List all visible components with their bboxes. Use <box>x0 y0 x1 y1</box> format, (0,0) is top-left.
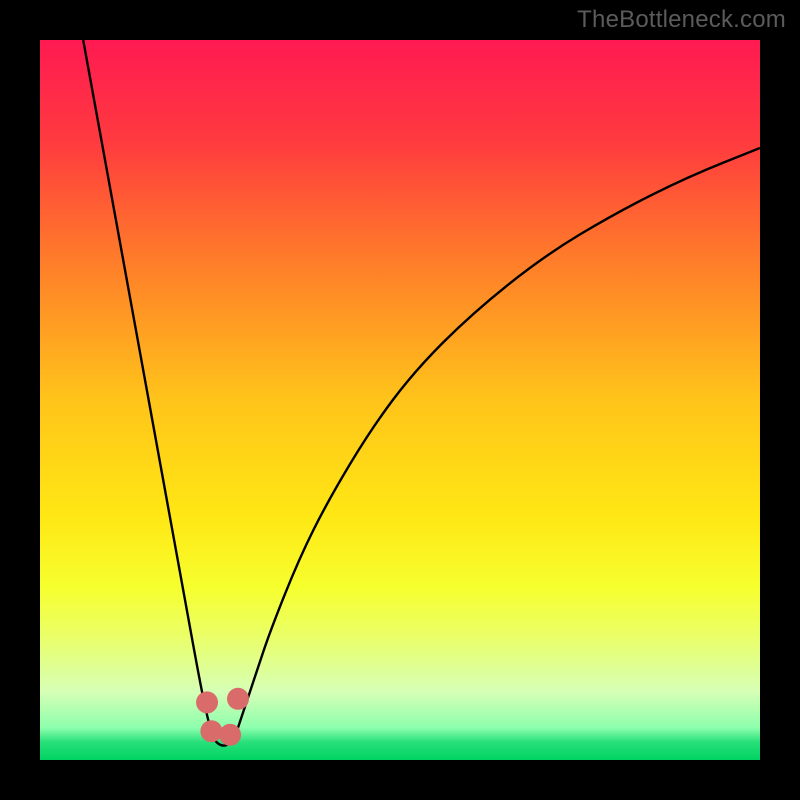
chart-svg <box>40 40 760 760</box>
watermark-text: TheBottleneck.com <box>577 6 786 34</box>
dot-left-lower <box>200 720 222 742</box>
plot-area <box>40 40 760 760</box>
dot-right-upper <box>227 688 249 710</box>
chart-container: TheBottleneck.com <box>0 0 800 800</box>
dot-right-lower <box>219 724 241 746</box>
dot-left-upper <box>196 691 218 713</box>
